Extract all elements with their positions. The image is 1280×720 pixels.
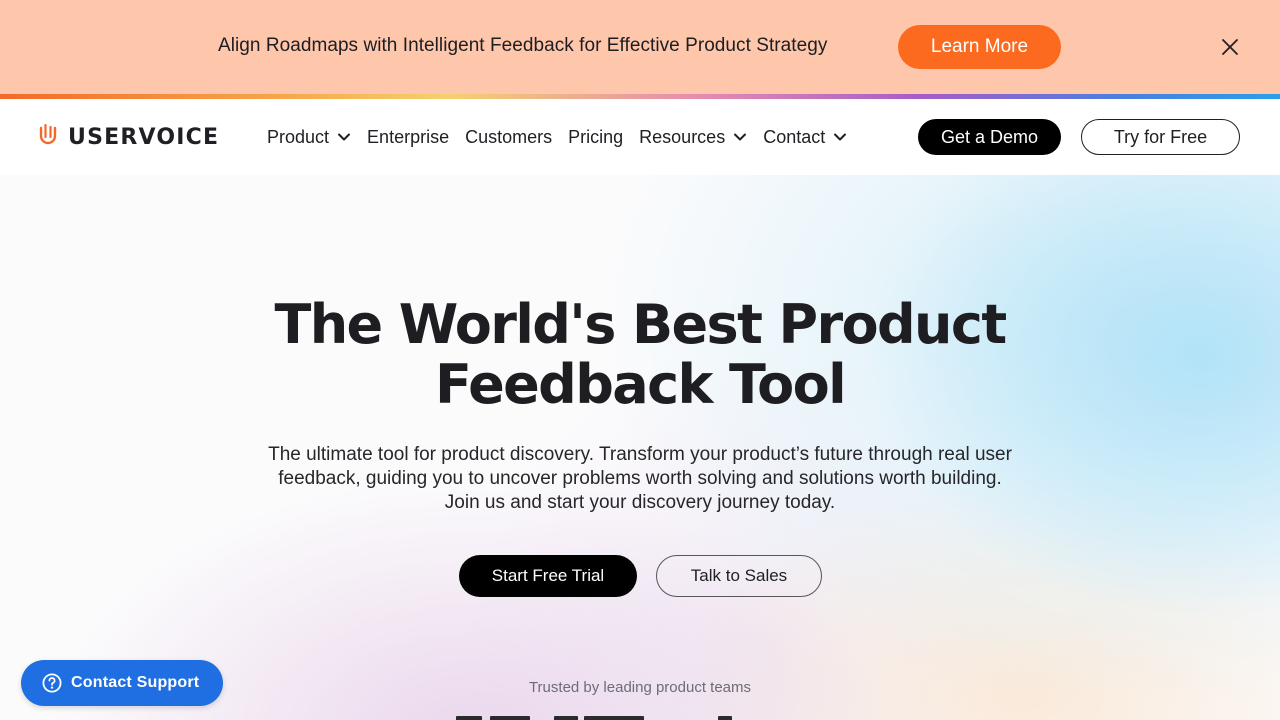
main-navbar: USERVOICE Product Enterprise Customers P… xyxy=(0,99,1280,175)
nav-item-customers[interactable]: Customers xyxy=(465,127,552,148)
hero-title-line: The World's Best Product xyxy=(274,293,1007,356)
close-icon[interactable] xyxy=(1216,33,1244,61)
nav-item-label: Enterprise xyxy=(367,126,450,147)
learn-more-button[interactable]: Learn More xyxy=(898,25,1061,69)
nav-item-enterprise[interactable]: Enterprise xyxy=(367,127,449,148)
nav-item-label: Customers xyxy=(465,126,553,147)
nav-item-label: Product xyxy=(267,126,330,147)
nav-item-resources[interactable]: Resources xyxy=(639,127,747,148)
customer-logos-strip xyxy=(456,713,736,720)
nav-item-label: Contact xyxy=(763,126,826,147)
logo-wordmark: USERVOICE xyxy=(68,124,220,150)
nav-links: Product Enterprise Customers Pricing Res… xyxy=(267,125,863,149)
start-free-trial-button[interactable]: Start Free Trial xyxy=(459,555,637,597)
chevron-down-icon xyxy=(338,133,351,141)
contact-support-button[interactable]: Contact Support xyxy=(21,660,223,706)
chevron-down-icon xyxy=(734,133,747,141)
question-circle-icon xyxy=(42,673,62,693)
get-a-demo-button[interactable]: Get a Demo xyxy=(918,119,1061,155)
hero-title-line: Feedback Tool xyxy=(435,353,847,416)
hero-section: The World's Best Product Feedback Tool T… xyxy=(0,175,1280,720)
announcement-banner: Align Roadmaps with Intelligent Feedback… xyxy=(0,0,1280,94)
nav-item-label: Resources xyxy=(639,126,726,147)
talk-to-sales-button[interactable]: Talk to Sales xyxy=(656,555,822,597)
nav-item-label: Pricing xyxy=(568,126,624,147)
try-for-free-button[interactable]: Try for Free xyxy=(1081,119,1240,155)
nav-item-contact[interactable]: Contact xyxy=(763,127,847,148)
nav-item-product[interactable]: Product xyxy=(267,127,351,148)
hero-subtitle: The ultimate tool for product discovery.… xyxy=(240,443,1040,515)
hero-subtitle-line: feedback, guiding you to uncover problem… xyxy=(278,468,1002,489)
hero-title: The World's Best Product Feedback Tool xyxy=(0,295,1280,415)
uservoice-logo[interactable]: USERVOICE xyxy=(38,123,220,151)
chevron-down-icon xyxy=(834,133,847,141)
contact-support-label: Contact Support xyxy=(71,674,200,691)
hero-subtitle-line: The ultimate tool for product discovery.… xyxy=(268,444,1012,465)
uservoice-logo-icon xyxy=(38,123,58,151)
hero-subtitle-line: Join us and start your discovery journey… xyxy=(444,492,836,513)
banner-text: Align Roadmaps with Intelligent Feedback… xyxy=(218,35,828,56)
nav-item-pricing[interactable]: Pricing xyxy=(568,127,623,148)
